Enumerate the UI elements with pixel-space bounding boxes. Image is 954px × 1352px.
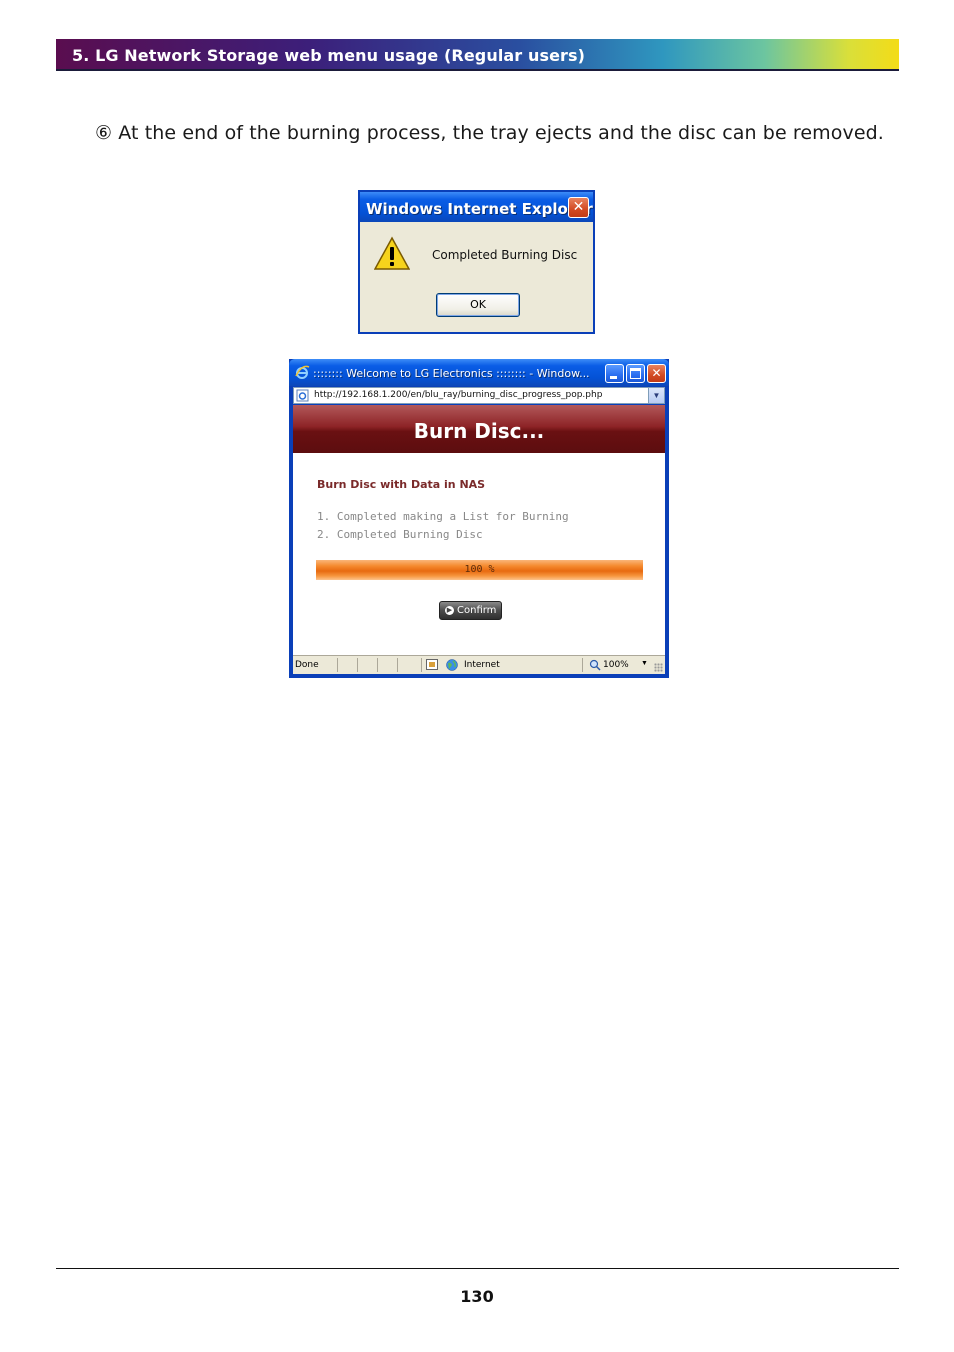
- status-divider: [337, 658, 338, 672]
- globe-icon: [446, 659, 458, 671]
- zoom-icon[interactable]: [589, 659, 601, 671]
- address-bar[interactable]: http://192.168.1.200/en/blu_ray/burning_…: [293, 387, 665, 404]
- minimize-button[interactable]: [605, 364, 624, 383]
- ok-button[interactable]: OK: [436, 293, 520, 317]
- page-number: 130: [460, 1287, 494, 1306]
- confirm-label: Confirm: [457, 605, 497, 616]
- zoom-dropdown-icon[interactable]: ▼: [641, 660, 648, 667]
- status-text: Done: [295, 660, 319, 670]
- alert-message: Completed Burning Disc: [432, 248, 578, 262]
- status-divider: [397, 658, 398, 672]
- page-icon: [296, 389, 309, 402]
- maximize-button[interactable]: [626, 364, 645, 383]
- burn-step-2: 2. Completed Burning Disc: [317, 528, 483, 541]
- confirm-button[interactable]: ▶ Confirm: [439, 601, 502, 620]
- play-icon: ▶: [445, 606, 454, 615]
- maximize-icon: [630, 368, 641, 379]
- minimize-icon: [610, 376, 617, 379]
- ie-close-button[interactable]: ✕: [647, 364, 666, 383]
- status-divider: [582, 658, 583, 672]
- chapter-title: 5. LG Network Storage web menu usage (Re…: [72, 46, 586, 65]
- burn-step-1: 1. Completed making a List for Burning: [317, 510, 569, 523]
- resize-grip[interactable]: [654, 663, 663, 672]
- burn-header: Burn Disc...: [293, 405, 665, 453]
- page-content: Burn Disc... Burn Disc with Data in NAS …: [293, 405, 665, 655]
- step-instruction: ⑥ At the end of the burning process, the…: [95, 122, 884, 144]
- chapter-header-bar: 5. LG Network Storage web menu usage (Re…: [56, 39, 899, 71]
- protected-mode-icon[interactable]: [426, 659, 438, 670]
- progress-bar: 100 %: [316, 560, 643, 580]
- warning-icon: [374, 236, 410, 270]
- zoom-level[interactable]: 100%: [603, 660, 629, 670]
- alert-title: Windows Internet Explorer: [366, 200, 593, 218]
- address-dropdown-icon[interactable]: ▼: [648, 388, 664, 403]
- status-bar: Done Internet 100% ▼: [293, 655, 665, 674]
- ie-titlebar: :::::::: Welcome to LG Electronics :::::…: [289, 359, 669, 386]
- alert-close-button[interactable]: ✕: [568, 197, 589, 218]
- burn-subtitle: Burn Disc with Data in NAS: [317, 478, 486, 491]
- address-url: http://192.168.1.200/en/blu_ray/burning_…: [314, 390, 603, 400]
- alert-titlebar: Windows Internet Explorer ✕: [360, 192, 593, 222]
- progress-label: 100 %: [464, 564, 495, 575]
- footer-divider: [56, 1268, 899, 1269]
- ie-window: :::::::: Welcome to LG Electronics :::::…: [289, 359, 669, 678]
- status-divider: [421, 658, 422, 672]
- ie-logo-icon: [295, 365, 310, 379]
- status-divider: [357, 658, 358, 672]
- burn-heading: Burn Disc...: [413, 419, 545, 443]
- security-zone: Internet: [464, 660, 500, 670]
- status-divider: [377, 658, 378, 672]
- alert-dialog: Windows Internet Explorer ✕ Completed Bu…: [358, 190, 595, 334]
- ie-window-title: :::::::: Welcome to LG Electronics :::::…: [313, 367, 590, 380]
